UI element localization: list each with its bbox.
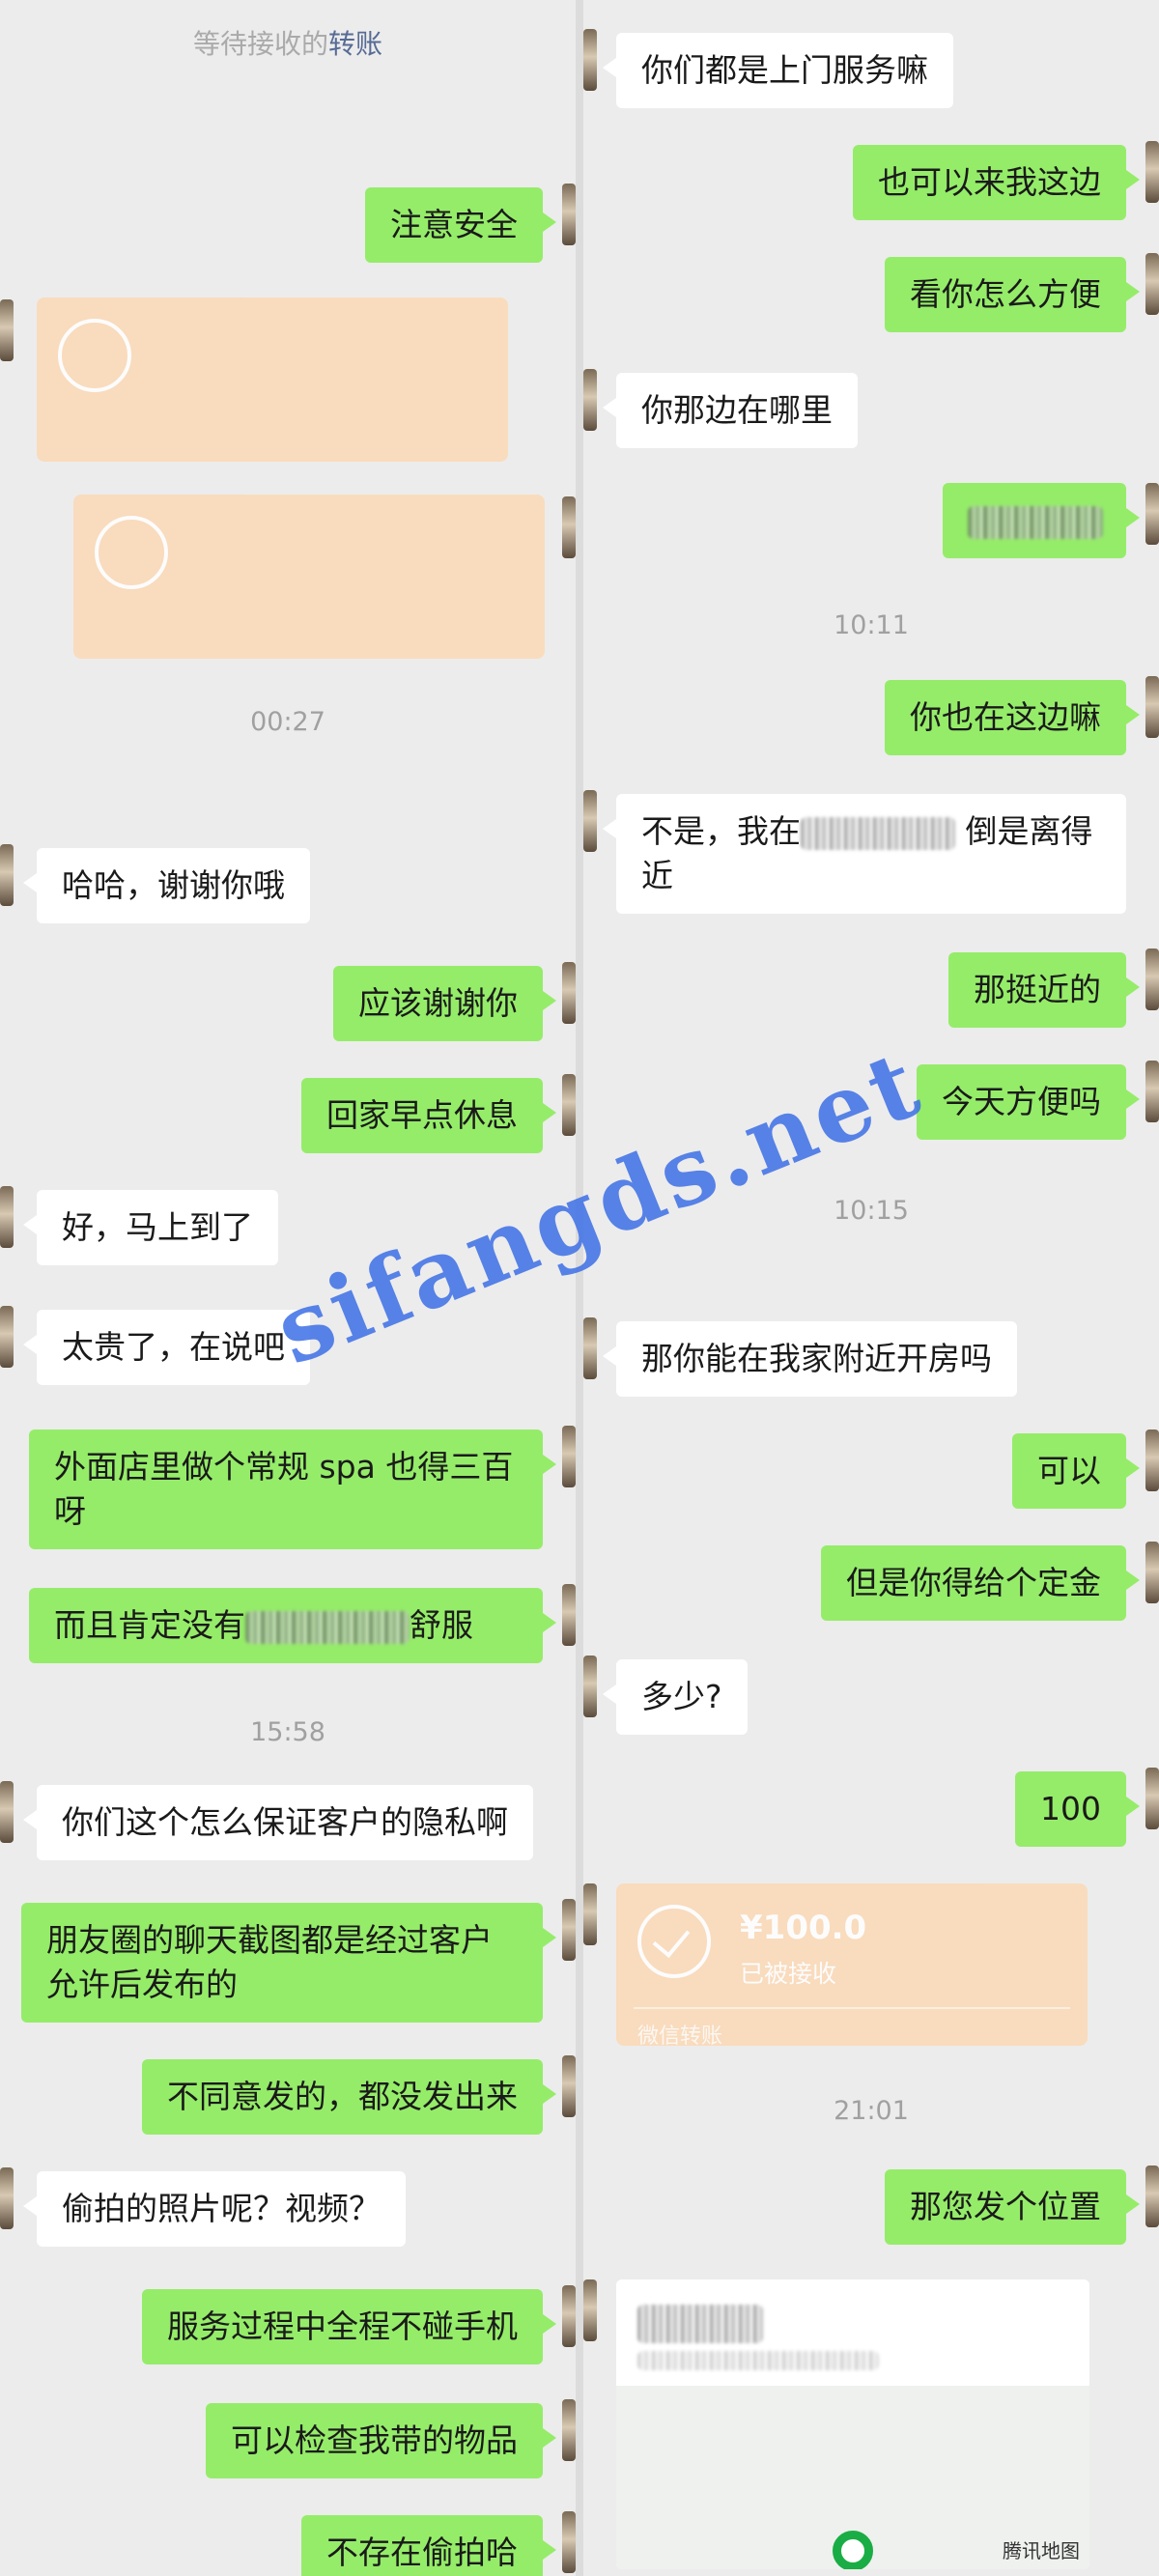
timestamp: 15:58	[250, 1717, 325, 1747]
avatar[interactable]	[1145, 483, 1159, 545]
avatar[interactable]	[0, 1186, 14, 1248]
message-bubble[interactable]: 但是你得给个定金	[821, 1545, 1140, 1621]
avatar[interactable]	[562, 1074, 576, 1136]
avatar[interactable]	[562, 496, 576, 558]
message-bubble[interactable]: 外面店里做个常规 spa 也得三百呀	[29, 1430, 556, 1549]
message-text: 不是，我在	[641, 812, 801, 850]
message-bubble[interactable]: 那你能在我家附近开房吗	[603, 1321, 1017, 1397]
location-pin-icon	[833, 2531, 873, 2569]
avatar[interactable]	[562, 1899, 576, 1961]
message-bubble[interactable]: 多少?	[603, 1659, 748, 1735]
message-bubble[interactable]: 你那边在哪里	[603, 373, 858, 448]
message-bubble[interactable]: 那挺近的	[948, 952, 1140, 1028]
avatar[interactable]	[562, 1426, 576, 1487]
avatar[interactable]	[1145, 948, 1159, 1010]
location-card[interactable]: 腾讯地图	[616, 2279, 1089, 2569]
message-bubble[interactable]: 你们都是上门服务嘛	[603, 33, 953, 108]
avatar[interactable]	[0, 844, 14, 906]
message-bubble[interactable]: 好，马上到了	[23, 1190, 278, 1265]
transfer-circle-icon	[95, 516, 168, 589]
message-bubble[interactable]: 哈哈，谢谢你哦	[23, 848, 310, 923]
transfer-card[interactable]: ¥100.0 已被接收 微信转账	[616, 1883, 1088, 2049]
transfer-card-blurred[interactable]	[73, 495, 545, 659]
timestamp: 21:01	[834, 2096, 909, 2126]
avatar[interactable]	[583, 1656, 597, 1717]
message-bubble[interactable]: 你们这个怎么保证客户的隐私啊	[23, 1785, 533, 1860]
avatar[interactable]	[1145, 253, 1159, 315]
column-divider	[576, 0, 583, 2576]
avatar[interactable]	[583, 1883, 597, 1945]
avatar[interactable]	[1145, 1768, 1159, 1829]
pending-note-text: 等待接收的	[192, 28, 328, 60]
avatar[interactable]	[583, 369, 597, 431]
message-bubble[interactable]: 太贵了，在说吧	[23, 1310, 310, 1385]
transfer-card-blurred[interactable]	[37, 297, 508, 462]
redacted-text	[968, 505, 1103, 539]
message-bubble[interactable]: 可以	[1012, 1433, 1140, 1509]
avatar[interactable]	[0, 2167, 14, 2229]
redacted-text	[801, 816, 955, 850]
avatar[interactable]	[562, 184, 576, 245]
avatar[interactable]	[1145, 141, 1159, 203]
avatar[interactable]	[583, 1317, 597, 1379]
message-bubble[interactable]: 100	[1015, 1771, 1140, 1847]
avatar[interactable]	[562, 2399, 576, 2461]
message-bubble[interactable]: 偷拍的照片呢？视频？	[23, 2171, 406, 2247]
message-bubble[interactable]: 那您发个位置	[885, 2169, 1140, 2245]
map-preview[interactable]: 腾讯地图	[616, 2386, 1089, 2569]
avatar[interactable]	[562, 2285, 576, 2347]
location-pin-tail	[849, 2567, 857, 2569]
message-bubble[interactable]: 也可以来我这边	[853, 145, 1140, 220]
timestamp: 10:11	[834, 610, 909, 640]
voice-message-redacted[interactable]	[943, 483, 1140, 558]
avatar[interactable]	[0, 299, 14, 361]
transfer-circle-icon	[58, 319, 131, 392]
avatar[interactable]	[583, 2279, 597, 2341]
map-provider-label: 腾讯地图	[1003, 2539, 1080, 2562]
transfer-status: 已被接收	[740, 1960, 837, 1988]
timestamp: 00:27	[250, 707, 325, 737]
avatar[interactable]	[0, 1306, 14, 1368]
avatar[interactable]	[1145, 1430, 1159, 1491]
right-screenshot: 你们都是上门服务嘛 也可以来我这边 看你怎么方便 你那边在哪里 10:11 你也…	[583, 0, 1159, 2576]
message-bubble[interactable]: 回家早点休息	[301, 1078, 556, 1153]
avatar[interactable]	[583, 29, 597, 91]
avatar[interactable]	[562, 1584, 576, 1646]
message-bubble[interactable]: 注意安全	[365, 187, 556, 263]
message-bubble[interactable]: 不是，我在 倒是离得近	[603, 794, 1126, 914]
redacted-text	[637, 2305, 763, 2343]
avatar[interactable]	[0, 1781, 14, 1843]
message-bubble[interactable]: 看你怎么方便	[885, 257, 1140, 332]
avatar[interactable]	[1145, 1061, 1159, 1122]
message-bubble[interactable]: 不存在偷拍哈	[301, 2515, 556, 2576]
message-text: 而且肯定没有	[54, 1606, 245, 1644]
message-bubble[interactable]: 应该谢谢你	[333, 966, 556, 1041]
avatar[interactable]	[583, 790, 597, 852]
pending-transfer-note: 等待接收的转账	[0, 23, 576, 62]
transfer-amount: ¥100.0	[740, 1909, 867, 1947]
message-bubble[interactable]: 你也在这边嘛	[885, 680, 1140, 755]
avatar[interactable]	[562, 2511, 576, 2573]
location-header	[616, 2279, 1089, 2386]
message-bubble[interactable]: 朋友圈的聊天截图都是经过客户允许后发布的	[21, 1903, 556, 2023]
avatar[interactable]	[1145, 2166, 1159, 2227]
redacted-text	[245, 1610, 410, 1644]
redacted-text	[637, 2351, 879, 2370]
transfer-divider	[634, 2007, 1070, 2009]
message-bubble[interactable]: 可以检查我带的物品	[206, 2403, 556, 2478]
message-bubble[interactable]: 而且肯定没有 舒服	[29, 1588, 556, 1663]
message-bubble[interactable]: 服务过程中全程不碰手机	[142, 2289, 556, 2364]
transfer-footer: 微信转账	[637, 2024, 723, 2049]
avatar[interactable]	[562, 962, 576, 1024]
transfer-link[interactable]: 转账	[328, 28, 382, 60]
avatar[interactable]	[1145, 1542, 1159, 1603]
message-text: 舒服	[410, 1606, 473, 1644]
avatar[interactable]	[562, 2055, 576, 2117]
avatar[interactable]	[1145, 676, 1159, 738]
message-bubble[interactable]: 不同意发的，都没发出来	[142, 2059, 556, 2135]
message-bubble[interactable]: 今天方便吗	[917, 1064, 1140, 1140]
